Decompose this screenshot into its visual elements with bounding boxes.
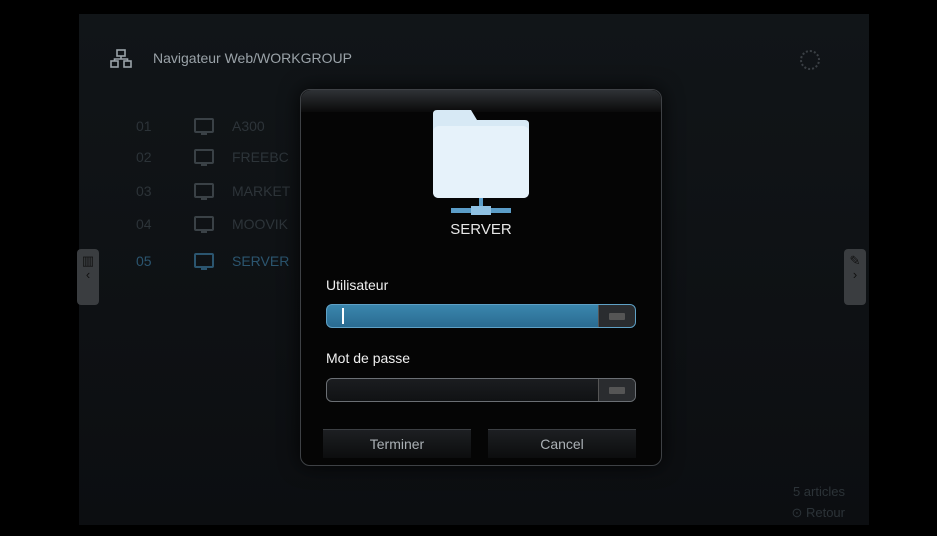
chevron-right-icon: ›: [852, 267, 858, 282]
right-letterbox: [860, 14, 932, 525]
password-label: Mot de passe: [326, 350, 411, 366]
item-count: 5 articles: [792, 484, 845, 499]
item-number: 05: [136, 253, 152, 269]
user-label: Utilisateur: [326, 277, 389, 293]
chevron-left-icon: ‹: [85, 267, 91, 282]
loading-spinner-icon: [800, 50, 820, 70]
item-name: FREEBC: [232, 149, 289, 165]
server-name: SERVER: [450, 221, 512, 238]
next-page-button[interactable]: ✎ ›: [844, 249, 866, 305]
keyboard-icon[interactable]: [598, 379, 635, 401]
text-cursor: [342, 308, 344, 324]
computer-icon: [194, 216, 214, 233]
back-icon: ⊙: [791, 505, 806, 520]
item-number: 01: [136, 118, 152, 134]
password-field[interactable]: [326, 378, 636, 402]
computer-icon: [194, 118, 214, 135]
user-field[interactable]: [326, 304, 636, 328]
item-name: MARKET: [232, 183, 291, 199]
item-number: 03: [136, 183, 152, 199]
login-dialog: SERVER Utilisateur Mot de passe Terminer…: [300, 89, 662, 466]
computer-icon: [194, 253, 214, 270]
left-letterbox: [7, 14, 79, 525]
back-label: Retour: [805, 505, 845, 520]
item-number: 02: [136, 149, 152, 165]
cancel-button[interactable]: Cancel: [488, 429, 636, 458]
item-name: SERVER: [232, 253, 290, 269]
page-title: Navigateur Web/WORKGROUP: [153, 50, 352, 66]
edit-icon: ✎: [849, 253, 861, 268]
computer-icon: [194, 183, 214, 200]
item-number: 04: [136, 216, 152, 232]
book-icon: ▥: [81, 253, 95, 268]
prev-page-button[interactable]: ▥ ‹: [77, 249, 99, 305]
back-hint[interactable]: ⊙ Retour: [791, 505, 845, 521]
item-name: MOOVIK: [232, 216, 289, 232]
finish-button[interactable]: Terminer: [323, 429, 471, 458]
network-icon: [110, 49, 132, 68]
keyboard-icon[interactable]: [598, 305, 635, 327]
network-folder-icon: [433, 110, 529, 215]
item-name: A300: [232, 118, 265, 134]
computer-icon: [194, 149, 214, 166]
